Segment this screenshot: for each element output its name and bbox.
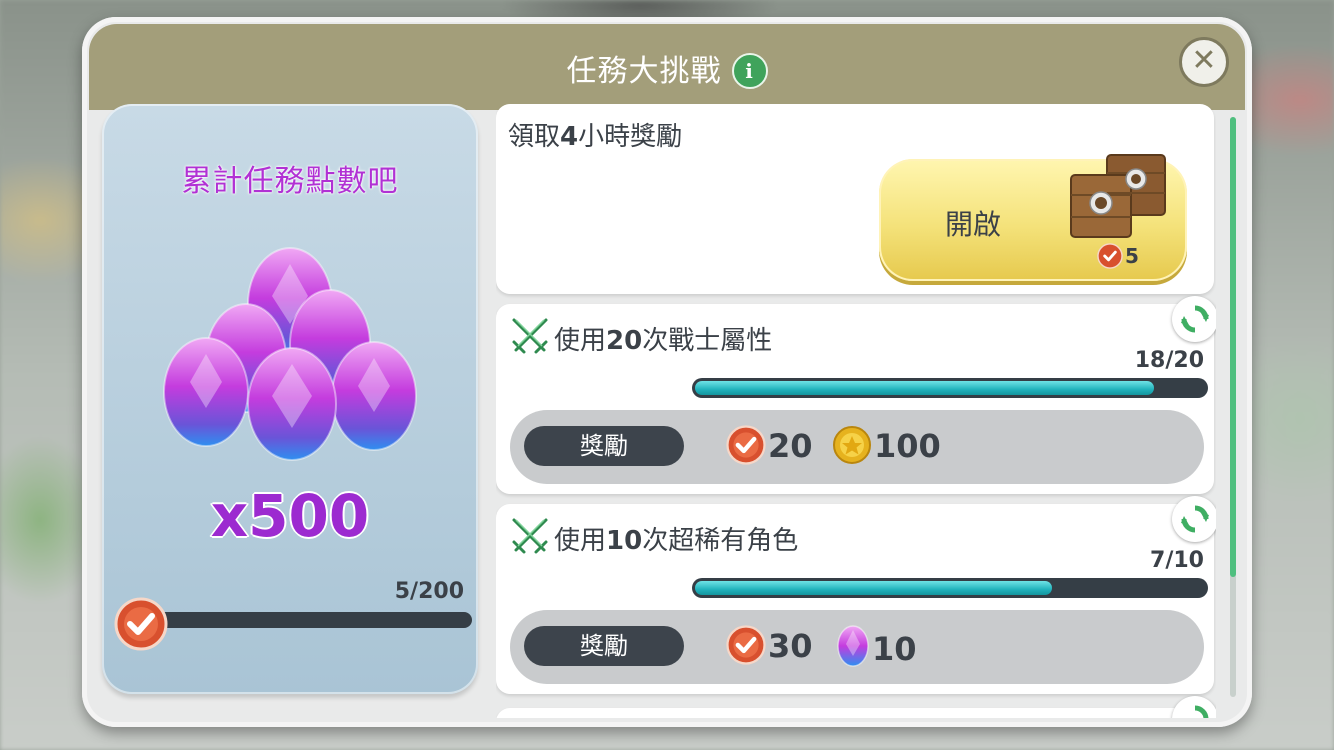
reward-label: 獎勵 [524, 626, 684, 666]
mission-point-icon [726, 425, 766, 465]
timed-reward-card: 領取4小時獎勵 開啟 5 [496, 104, 1214, 294]
scrollbar-thumb[interactable] [1230, 117, 1236, 577]
refresh-mission-button[interactable] [1172, 496, 1216, 542]
mission-progress-bar [692, 378, 1208, 398]
purple-gem-pile-icon [163, 247, 417, 461]
refresh-icon [1181, 305, 1209, 333]
mission-list[interactable]: 領取4小時獎勵 開啟 5 使用20次戰士屬性 18/20 獎勵 20 100 使… [496, 104, 1216, 718]
dialog-title-row: 任務大挑戰 i [89, 46, 1245, 90]
reward-item: 20 [726, 424, 813, 468]
points-progress-bar [138, 612, 472, 628]
close-icon[interactable]: ✕ [1179, 37, 1229, 87]
mission-card [496, 708, 1214, 718]
panel-title: 累計任務點數吧 [181, 164, 399, 199]
mission-point-icon [1097, 243, 1123, 269]
open-chest-button[interactable]: 開啟 5 [879, 154, 1187, 281]
info-icon[interactable]: i [731, 53, 768, 89]
mission-card: 使用20次戰士屬性 18/20 獎勵 20 100 [496, 304, 1214, 494]
purple-gem-icon [837, 625, 869, 667]
reward-label: 獎勵 [524, 426, 684, 466]
mission-progress-fill [695, 581, 1052, 595]
title-bar: 任務大挑戰 i ✕ [89, 24, 1245, 110]
reward-value: 100 [874, 427, 941, 465]
dialog-title: 任務大挑戰 [566, 54, 722, 89]
open-cost-value: 5 [1125, 244, 1139, 268]
open-button-label: 開啟 [945, 208, 1002, 241]
mission-reward-row: 獎勵 30 10 [510, 610, 1204, 684]
refresh-mission-button[interactable] [1172, 696, 1216, 718]
mission-progress-text: 7/10 [1150, 548, 1204, 573]
mission-card: 使用10次超稀有角色 7/10 獎勵 30 10 [496, 504, 1214, 694]
reward-value: 30 [768, 627, 813, 665]
timed-reward-label: 領取4小時獎勵 [508, 122, 683, 152]
mission-point-icon [726, 625, 766, 665]
cumulative-points-panel: 累計任務點數吧 x500 5/200 [102, 104, 478, 694]
reward-item: 30 [726, 624, 813, 668]
mission-progress-fill [695, 381, 1154, 395]
mission-point-icon [114, 597, 168, 651]
reward-amount: x500 [210, 481, 370, 551]
crossed-swords-icon [512, 518, 548, 554]
mission-reward-row: 獎勵 20 100 [510, 410, 1204, 484]
treasure-chest-icon [1070, 154, 1166, 238]
scrollbar[interactable] [1230, 117, 1236, 697]
reward-item: 100 [832, 424, 941, 468]
reward-value: 20 [768, 427, 813, 465]
mission-progress-text: 18/20 [1134, 348, 1204, 373]
mission-title: 使用10次超稀有角色 [554, 526, 799, 556]
refresh-icon [1181, 505, 1209, 533]
points-progress-text: 5/200 [394, 579, 464, 604]
refresh-mission-button[interactable] [1172, 296, 1216, 342]
refresh-icon [1194, 705, 1209, 718]
mission-challenge-dialog: 任務大挑戰 i ✕ 累計任務點數吧 x500 5/200 領取4小時獎勵 開啟 … [82, 17, 1252, 727]
reward-value: 10 [872, 630, 917, 668]
mission-progress-bar [692, 578, 1208, 598]
gold-coin-icon [833, 426, 871, 464]
mission-title: 使用20次戰士屬性 [554, 326, 773, 356]
open-cost: 5 [1097, 243, 1139, 269]
reward-item: 10 [836, 624, 917, 671]
crossed-swords-icon [512, 318, 548, 354]
